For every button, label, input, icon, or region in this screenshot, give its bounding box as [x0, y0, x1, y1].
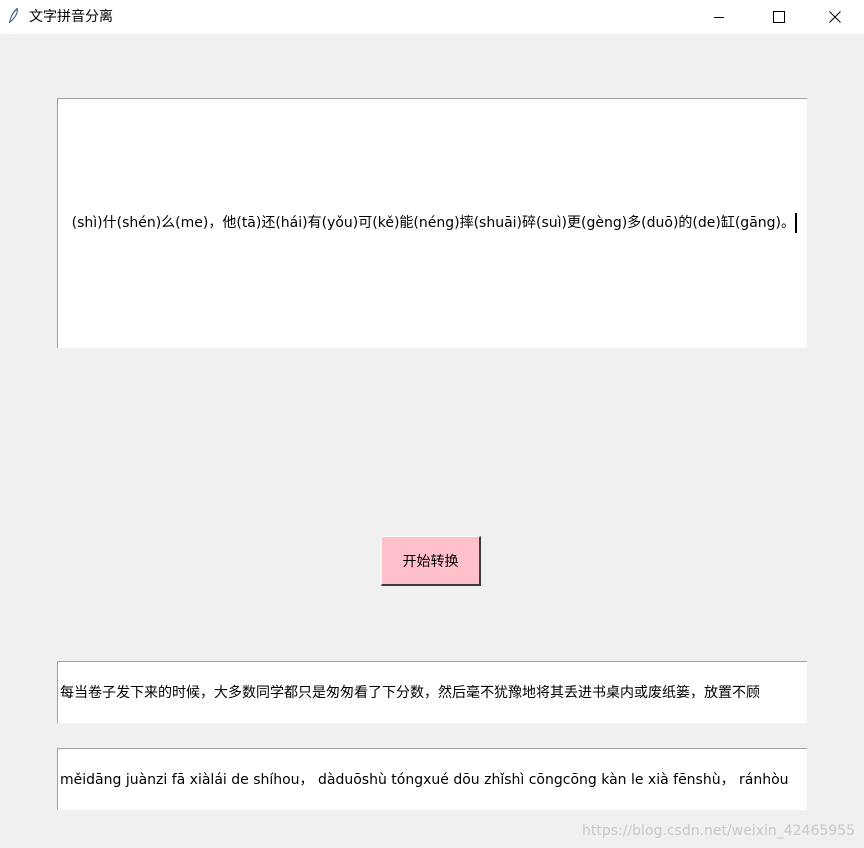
- chinese-output-field[interactable]: 每当卷子发下来的时候，大多数同学都只是匆匆看了下分数，然后毫不犹豫地将其丢进书桌…: [57, 661, 807, 723]
- feather-icon: [9, 7, 18, 23]
- text-cursor: [795, 213, 797, 233]
- pinyin-output-text: měidāng juànzi fā xiàlái de shíhou， dàdu…: [60, 772, 789, 788]
- watermark-text: https://blog.csdn.net/weixin_42465955: [581, 823, 855, 839]
- pinyin-output-field[interactable]: měidāng juànzi fā xiàlái de shíhou， dàdu…: [57, 748, 807, 810]
- start-convert-button[interactable]: 开始转换: [381, 536, 481, 586]
- start-convert-label: 开始转换: [402, 553, 459, 570]
- input-text-area[interactable]: (shì)什(shén)么(me)，他(tā)还(hái)有(yǒu)可(kě)…: [57, 98, 807, 348]
- minimize-button[interactable]: [690, 0, 748, 34]
- window-title: 文字拼音分离: [29, 9, 113, 25]
- close-button[interactable]: [806, 0, 864, 34]
- minimize-icon: [714, 17, 724, 18]
- maximize-button[interactable]: [750, 0, 808, 34]
- title-bar[interactable]: 文字拼音分离: [0, 0, 864, 34]
- close-icon: [829, 11, 841, 23]
- maximize-icon: [773, 11, 785, 23]
- chinese-output-text: 每当卷子发下来的时候，大多数同学都只是匆匆看了下分数，然后毫不犹豫地将其丢进书桌…: [60, 685, 760, 701]
- input-text-content: (shì)什(shén)么(me)，他(tā)还(hái)有(yǒu)可(kě)…: [71, 215, 795, 231]
